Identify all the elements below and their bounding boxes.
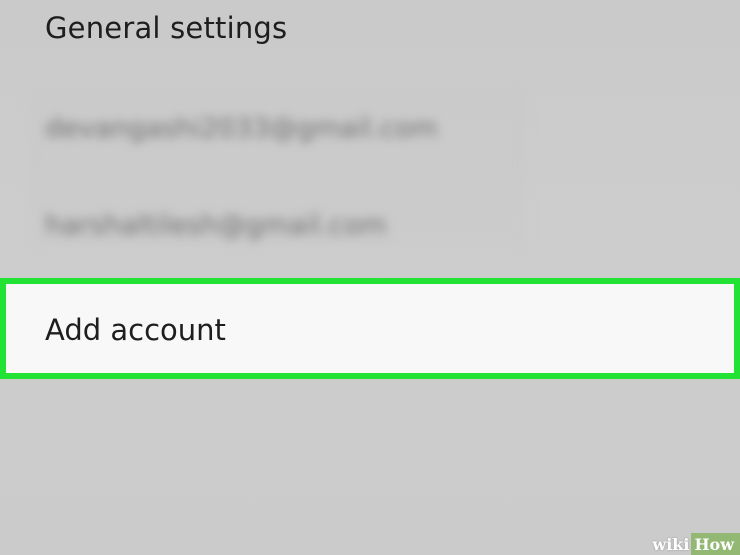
- add-account-label: Add account: [45, 313, 226, 347]
- account-email: harshaltilesh@gmail.com: [45, 210, 387, 241]
- general-settings-label: General settings: [45, 11, 288, 45]
- general-settings-item[interactable]: General settings: [0, 0, 740, 62]
- add-account-item[interactable]: Add account: [0, 278, 740, 379]
- account-email: devangashi2033@gmail.com: [45, 113, 438, 144]
- watermark-how-text: How: [691, 533, 740, 555]
- settings-screen: General settings devangashi2033@gmail.co…: [0, 0, 740, 555]
- account-item[interactable]: harshaltilesh@gmail.com: [0, 180, 740, 270]
- watermark-wiki-text: wiki: [652, 534, 690, 554]
- wikihow-watermark: wiki How: [646, 533, 740, 555]
- account-item[interactable]: devangashi2033@gmail.com: [0, 85, 740, 175]
